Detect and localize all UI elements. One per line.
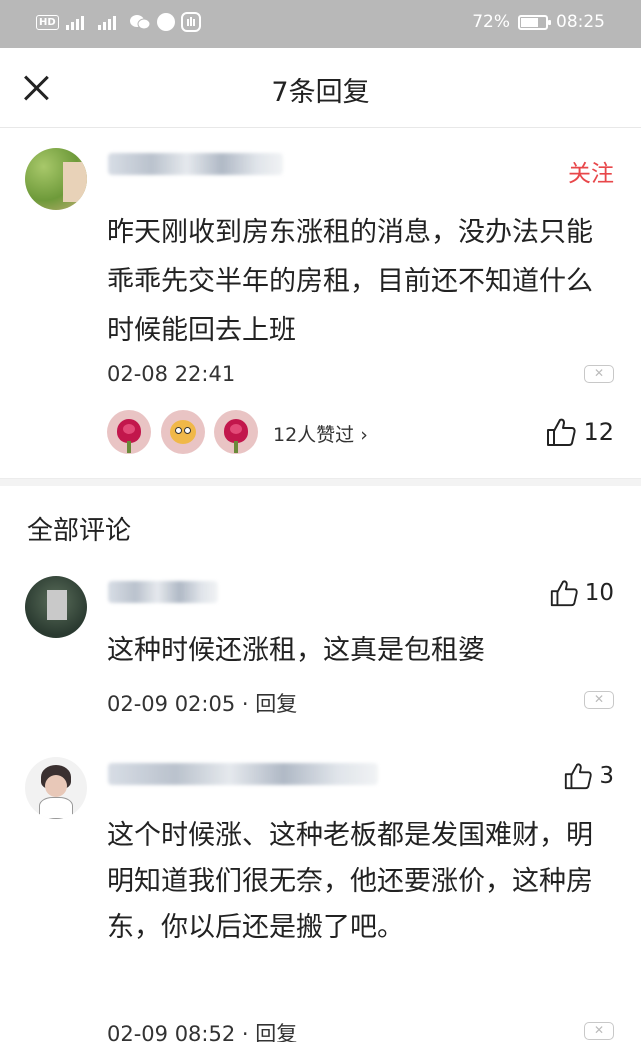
- liker-avatar[interactable]: [107, 410, 151, 454]
- avatar[interactable]: [25, 576, 87, 638]
- thumbs-up-icon: [549, 578, 579, 608]
- comment-timestamp: 02-09 02:05: [107, 692, 236, 716]
- liker-avatar[interactable]: [161, 410, 205, 454]
- meta-separator: ·: [235, 692, 256, 716]
- avatar[interactable]: [25, 757, 87, 819]
- like-count: 12: [583, 418, 614, 446]
- like-count: 10: [584, 580, 614, 606]
- thumbs-up-icon: [545, 416, 577, 448]
- comment-body: 这种时候还涨租，这真是包租婆: [107, 635, 485, 666]
- like-count: 3: [599, 763, 614, 789]
- signal-icon: [97, 16, 116, 30]
- status-icons-right: 72% 08:25: [472, 12, 605, 32]
- reply-button[interactable]: 回复: [255, 1022, 297, 1042]
- hand-icon: [180, 12, 201, 32]
- wechat-icon: [129, 15, 151, 30]
- status-icons-left: HD: [36, 12, 201, 32]
- thumbs-up-icon: [563, 761, 593, 791]
- hd-badge: HD: [36, 14, 59, 30]
- post-timestamp: 02-08 22:41: [107, 362, 236, 386]
- liker-avatar[interactable]: [214, 410, 258, 454]
- report-close-icon[interactable]: ✕: [584, 365, 614, 383]
- clock: 08:25: [556, 12, 605, 32]
- comments-section-title: 全部评论: [27, 516, 132, 546]
- report-close-icon[interactable]: ✕: [584, 691, 614, 709]
- main-post: 关注 昨天刚收到房东涨租的消息，没办法只能乖乖先交半年的房租，目前还不知道什么时…: [0, 128, 641, 478]
- app-notification-icon: [156, 13, 175, 31]
- section-divider: [0, 478, 641, 486]
- battery-level: [521, 17, 539, 27]
- likes-summary-link[interactable]: 12人赞过 ›: [273, 420, 368, 447]
- comment-timestamp: 02-09 08:52: [107, 1022, 236, 1042]
- author-name-blurred[interactable]: [108, 581, 218, 603]
- reply-button[interactable]: 回复: [255, 692, 297, 716]
- post-body: 昨天刚收到房东涨租的消息，没办法只能乖乖先交半年的房租，目前还不知道什么时候能回…: [107, 217, 593, 346]
- status-bar: HD 72% 08:25: [0, 0, 641, 48]
- like-button[interactable]: 12: [545, 416, 614, 448]
- comment-meta: 02-09 08:52 · 回复: [107, 1018, 297, 1042]
- author-name-blurred[interactable]: [108, 763, 378, 785]
- like-button[interactable]: 3: [563, 761, 614, 791]
- comment-meta: 02-09 02:05 · 回复: [107, 688, 297, 718]
- avatar[interactable]: [25, 148, 87, 210]
- battery-icon: [518, 14, 551, 30]
- like-button[interactable]: 10: [549, 578, 614, 608]
- page-title: 7条回复: [271, 77, 370, 108]
- follow-button[interactable]: 关注: [568, 154, 614, 188]
- meta-separator: ·: [235, 1022, 256, 1042]
- comment-body: 这个时候涨、这种老板都是发国难财，明明知道我们很无奈，他还要涨价，这种房东，你以…: [107, 820, 593, 943]
- signal-icon: [65, 16, 84, 30]
- author-name-blurred[interactable]: [108, 153, 283, 175]
- battery-percent: 72%: [472, 12, 510, 32]
- report-close-icon[interactable]: ✕: [584, 1022, 614, 1040]
- reply-sheet-header: 7条回复: [0, 48, 641, 128]
